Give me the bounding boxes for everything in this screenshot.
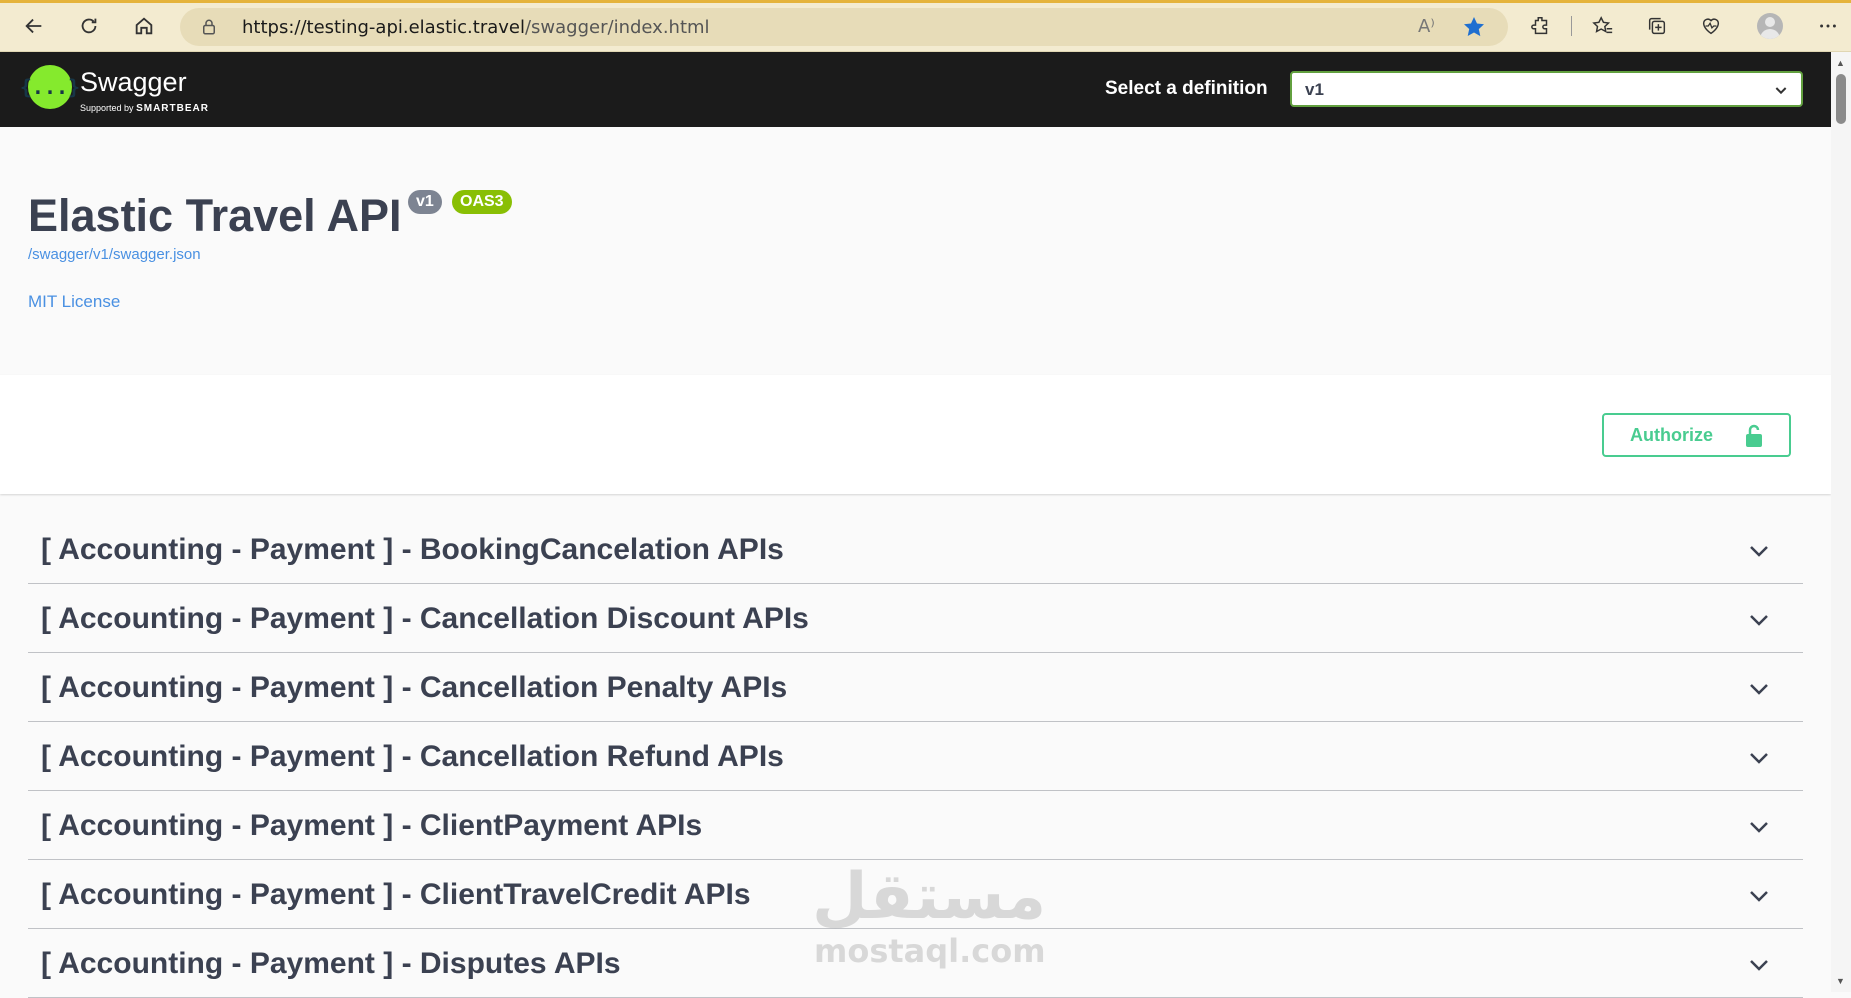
scroll-down-arrow-icon[interactable]: ▼ — [1836, 976, 1845, 986]
swagger-logo-subtitle: Supported by SMARTBEAR — [80, 103, 209, 114]
tag-section[interactable]: [ Accounting - Payment ] - Cancellation … — [28, 722, 1803, 791]
toolbar-separator — [1571, 16, 1572, 36]
watermark-latin: mostaql.com — [814, 932, 1046, 970]
collections-icon — [1648, 17, 1666, 35]
swagger-topbar: {...} Swagger Supported by SMARTBEAR Sel… — [0, 52, 1831, 127]
chevron-down-icon[interactable] — [1747, 539, 1771, 563]
tag-title[interactable]: [ Accounting - Payment ] - ClientPayment… — [41, 809, 702, 843]
url-path: /swagger/index.html — [524, 17, 710, 38]
version-badge: v1 — [408, 190, 442, 214]
chevron-down-icon[interactable] — [1747, 815, 1771, 839]
logo-sub-brand: SMARTBEAR — [136, 103, 209, 114]
scrollbar[interactable]: ▲ ▼ — [1831, 52, 1851, 992]
tag-section[interactable]: [ Accounting - Payment ] - BookingCancel… — [28, 515, 1803, 584]
tag-title[interactable]: [ Accounting - Payment ] - Cancellation … — [41, 602, 809, 636]
license-link[interactable]: MIT License — [28, 292, 120, 312]
tag-title[interactable]: [ Accounting - Payment ] - Cancellation … — [41, 740, 784, 774]
extensions-button[interactable] — [1527, 12, 1555, 40]
refresh-button[interactable] — [73, 10, 105, 42]
chevron-down-icon[interactable] — [1747, 608, 1771, 632]
favorites-button[interactable] — [1589, 12, 1617, 40]
home-icon — [135, 17, 153, 35]
watermark: مستقل mostaql.com — [812, 860, 1046, 970]
authorize-button[interactable]: Authorize — [1602, 413, 1791, 457]
chevron-down-icon — [1775, 87, 1787, 95]
unlock-icon — [1746, 424, 1762, 447]
home-button[interactable] — [128, 10, 160, 42]
lock-icon[interactable] — [200, 18, 218, 36]
swagger-logo-text[interactable]: Swagger — [80, 67, 187, 98]
url-text[interactable]: https://testing-api.elastic.travel/swagg… — [242, 17, 710, 38]
url-host: https://testing-api.elastic.travel — [242, 17, 525, 38]
chevron-down-icon[interactable] — [1747, 746, 1771, 770]
tag-title[interactable]: [ Accounting - Payment ] - BookingCancel… — [41, 533, 784, 567]
more-button[interactable] — [1814, 12, 1842, 40]
profile-icon[interactable] — [1757, 13, 1783, 39]
tag-section[interactable]: [ Accounting - Payment ] - Cancellation … — [28, 584, 1803, 653]
tag-section[interactable]: [ Accounting - Payment ] - ClientPayment… — [28, 791, 1803, 860]
logo-sub-prefix: Supported by — [80, 103, 134, 113]
refresh-icon — [81, 18, 97, 34]
extensions-icon — [1531, 17, 1548, 35]
collections-button[interactable] — [1643, 12, 1671, 40]
health-icon — [1702, 18, 1720, 35]
definition-label: Select a definition — [1105, 78, 1268, 99]
profile-body — [1760, 29, 1780, 39]
definition-selected-value: v1 — [1305, 80, 1324, 99]
back-button[interactable] — [18, 10, 50, 42]
more-icon — [1820, 24, 1836, 28]
star-icon[interactable] — [1462, 15, 1486, 39]
chevron-down-icon[interactable] — [1747, 677, 1771, 701]
tag-title[interactable]: [ Accounting - Payment ] - Cancellation … — [41, 671, 787, 705]
tag-section[interactable]: [ Accounting - Payment ] - Cancellation … — [28, 653, 1803, 722]
authorize-label: Authorize — [1630, 425, 1713, 445]
favorites-icon — [1592, 16, 1613, 34]
tag-title[interactable]: [ Accounting - Payment ] - ClientTravelC… — [41, 878, 751, 912]
swagger-logo-icon[interactable]: {...} — [20, 65, 80, 109]
spec-url-link[interactable]: /swagger/v1/swagger.json — [28, 246, 201, 263]
browser-essentials-button[interactable] — [1697, 12, 1725, 40]
scroll-up-arrow-icon[interactable]: ▲ — [1836, 58, 1845, 68]
oas-badge: OAS3 — [452, 190, 512, 214]
watermark-arabic: مستقل — [812, 860, 1047, 934]
address-bar[interactable]: https://testing-api.elastic.travel/swagg… — [180, 8, 1508, 46]
profile-head — [1765, 17, 1775, 27]
back-icon — [25, 18, 42, 34]
scheme-container: Authorize — [0, 375, 1831, 494]
page-load-progress — [0, 0, 1851, 3]
tag-title[interactable]: [ Accounting - Payment ] - Disputes APIs — [41, 947, 621, 981]
read-aloud-icon[interactable]: A⁾ — [1418, 16, 1435, 37]
browser-toolbar: https://testing-api.elastic.travel/swagg… — [0, 0, 1851, 52]
chevron-down-icon[interactable] — [1747, 884, 1771, 908]
scroll-thumb[interactable] — [1836, 74, 1846, 124]
definition-select[interactable]: v1 — [1290, 71, 1803, 107]
api-title: Elastic Travel API — [28, 190, 402, 241]
chevron-down-icon[interactable] — [1747, 953, 1771, 977]
